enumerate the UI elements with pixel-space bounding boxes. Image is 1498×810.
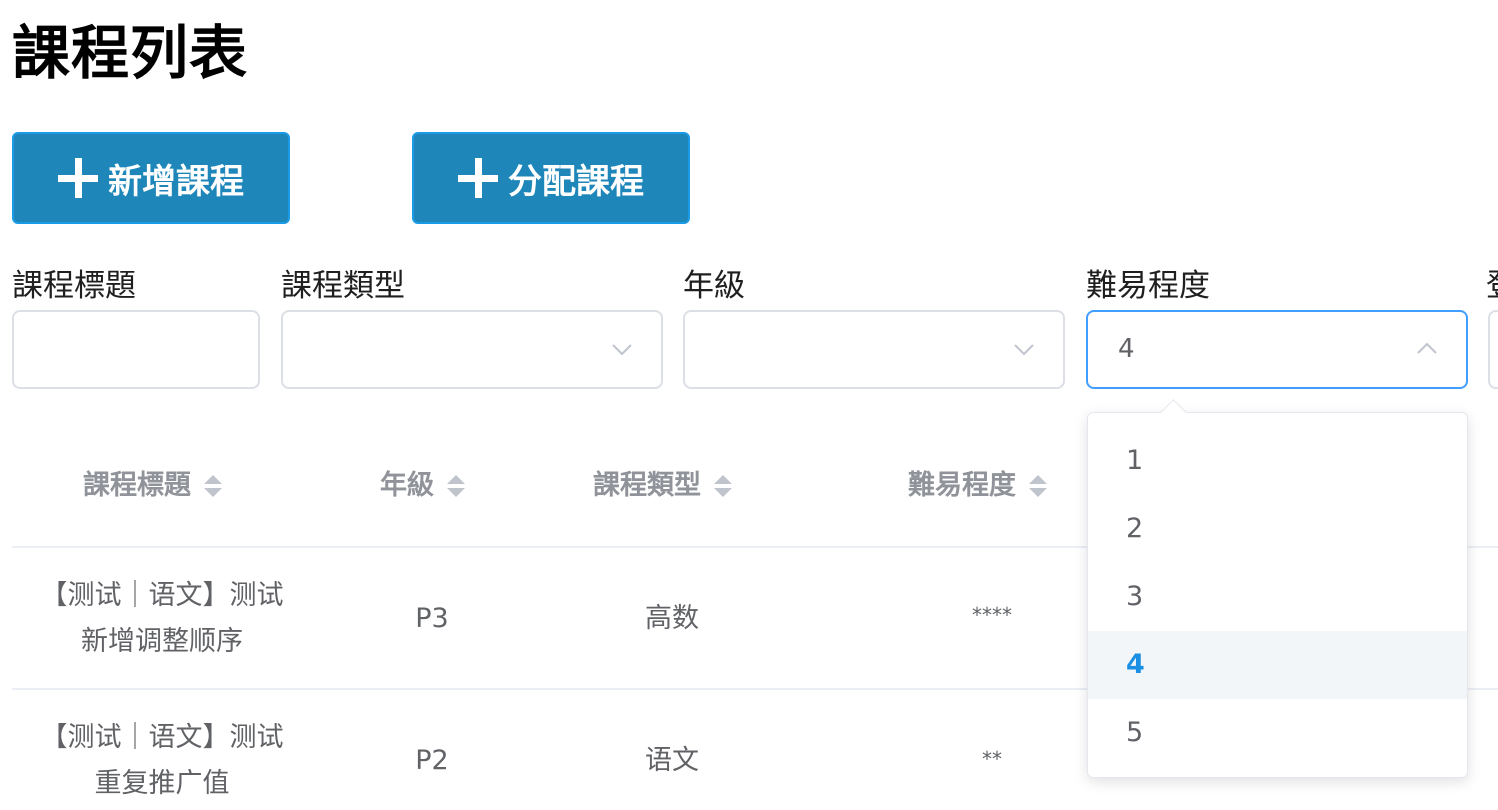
add-course-label: 新增課程 [108,161,244,202]
sort-icon [1029,475,1047,497]
column-header-grade[interactable]: 年級 [380,466,466,506]
filter-label-title: 課程標題 [12,268,136,304]
dropdown-option-1[interactable]: 1 [1088,427,1467,495]
column-header-difficulty[interactable]: 難易程度 [908,466,1048,506]
dropdown-option-4[interactable]: 4 [1088,631,1467,699]
sort-icon [714,475,732,497]
dropdown-option-2[interactable]: 2 [1088,495,1467,563]
cell-title: 【测试｜语文】测试 重复推广值 [12,715,312,807]
cut-off-filter-input[interactable] [1488,310,1498,389]
cell-grade: P3 [415,603,449,634]
sort-icon [447,475,465,497]
difficulty-select-value: 4 [1118,334,1135,364]
cell-type: 高数 [645,603,699,634]
title-line: 新增调整顺序 [81,626,243,657]
cell-difficulty: ** [982,747,1002,771]
filter-label-grade: 年級 [683,268,745,304]
title-line: 重复推广值 [94,768,230,799]
column-header-label: 課程標題 [83,470,191,501]
assign-course-label: 分配課程 [508,161,644,202]
course-type-select[interactable] [281,310,663,389]
title-line: 【测试｜语文】测试 [40,722,284,753]
chevron-down-icon [1014,344,1034,356]
plus-icon [458,158,498,198]
column-header-type[interactable]: 課程類型 [593,466,733,506]
chevron-up-icon [1417,342,1437,354]
column-header-label: 年級 [380,470,434,501]
chevron-down-icon [612,344,632,356]
cell-type: 语文 [645,745,699,776]
filter-label-type: 課程類型 [281,268,405,304]
dropdown-option-3[interactable]: 3 [1088,563,1467,631]
cell-difficulty: **** [972,603,1012,627]
plus-icon [58,158,98,198]
column-header-label: 課程類型 [593,470,701,501]
add-course-button[interactable]: 新增課程 [12,132,290,224]
dropdown-option-5[interactable]: 5 [1088,699,1467,767]
column-header-title[interactable]: 課程標題 [83,466,223,506]
title-line: 【测试｜语文】测试 [40,580,284,611]
dropdown-arrow [1160,399,1187,426]
filter-label-difficulty: 難易程度 [1086,268,1210,304]
course-title-input[interactable] [12,310,260,389]
assign-course-button[interactable]: 分配課程 [412,132,690,224]
course-list-page: 課程列表 新增課程 分配課程 課程標題 課程類型 年級 難易程度 4 登 課程標… [0,0,1498,810]
filter-label-cut: 登 [1486,266,1498,306]
grade-select[interactable] [683,310,1065,389]
cell-grade: P2 [415,745,449,776]
sort-icon [204,475,222,497]
cell-title: 【测试｜语文】测试 新增调整顺序 [12,573,312,665]
page-title: 課程列表 [12,19,249,87]
difficulty-select[interactable]: 4 [1086,310,1468,389]
difficulty-dropdown: 1 2 3 4 5 [1087,399,1468,778]
column-header-label: 難易程度 [908,470,1016,501]
